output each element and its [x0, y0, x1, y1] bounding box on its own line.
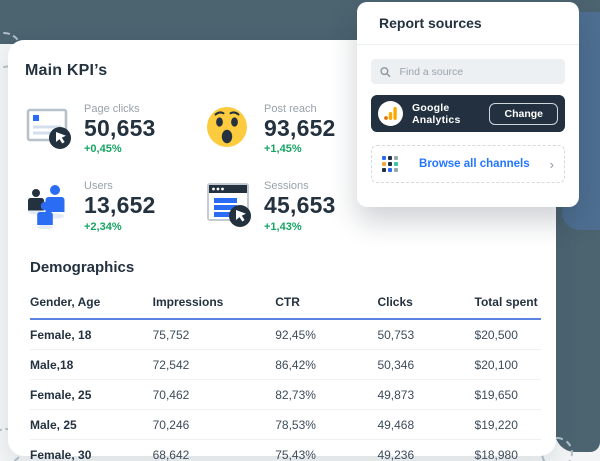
report-sources-header: Report sources [357, 2, 579, 45]
dashboard-screen: Main KPI’s Page clicks 50,653 +0,45% Pos… [0, 0, 600, 461]
kpi-delta: +1,43% [264, 220, 302, 233]
search-input[interactable] [397, 64, 556, 79]
report-sources-title: Report sources [379, 15, 482, 31]
table-cell: 78,53% [275, 409, 378, 440]
table-cell: $20,500 [474, 318, 541, 350]
kpi-label: Post reach [264, 103, 317, 115]
search-icon [380, 66, 391, 77]
table-row: Female, 30 68,642 75,43% 49,236 $18,980 [30, 439, 541, 461]
google-analytics-icon [378, 101, 403, 126]
table-cell: 72,542 [152, 349, 276, 380]
report-sources-panel: Report sources Google Analytics [357, 2, 579, 207]
google-analytics-source-row: Google Analytics Change [371, 95, 565, 132]
wow-emoji-icon [205, 102, 253, 152]
table-cell: $19,220 [474, 409, 541, 440]
table-cell: 68,642 [152, 447, 190, 461]
kpi-card-users: Users 13,652 +2,34% [25, 179, 205, 233]
table-cell: 92,45% [275, 318, 378, 350]
kpi-delta: +0,45% [84, 143, 122, 156]
column-header: Impressions [152, 288, 276, 320]
table-cell: $18,980 [474, 447, 518, 461]
kpi-card-page-clicks: Page clicks 50,653 +0,45% [25, 102, 205, 155]
table-cell: 49,236 [377, 447, 415, 461]
table-cell: 70,246 [152, 409, 276, 440]
table-header-row: Gender, Age Impressions CTR Clicks Total… [30, 288, 541, 320]
demographics-title: Demographics [30, 258, 135, 276]
users-icon [25, 179, 73, 230]
kpi-label: Page clicks [84, 103, 140, 115]
table-cell: 50,753 [377, 318, 475, 350]
table-row: Female, 18 75,752 92,45% 50,753 $20,500 [30, 318, 541, 350]
kpi-value: 93,652 [264, 115, 336, 141]
table-cell: Female, 30 [30, 447, 92, 461]
table-cell: 86,42% [275, 349, 378, 380]
browse-all-channels-label: Browse all channels [419, 158, 530, 170]
demographics-table: Gender, Age Impressions CTR Clicks Total… [30, 288, 541, 461]
table-cell: 49,468 [377, 409, 475, 440]
kpi-delta: +2,34% [84, 220, 122, 233]
table-cell: $19,650 [474, 379, 541, 410]
channels-grid-icon [382, 155, 399, 173]
demographics-table-body: Female, 18 75,752 92,45% 50,753 $20,500 Male,… [30, 318, 541, 461]
browse-all-channels-button[interactable]: Browse all channels › [371, 145, 565, 183]
kpi-delta: +1,45% [264, 143, 302, 156]
page-clicks-icon [25, 102, 73, 152]
kpi-value: 45,653 [264, 192, 336, 219]
column-header: Clicks [377, 288, 475, 320]
column-header: Total spent [474, 288, 541, 320]
table-cell: 75,752 [152, 318, 276, 350]
sessions-icon [205, 179, 253, 229]
table-row: Male, 25 70,246 78,53% 49,468 $19,220 [30, 409, 541, 440]
table-cell: $20,100 [474, 349, 541, 380]
source-search-box[interactable] [371, 59, 565, 84]
kpi-value: 13,652 [84, 192, 156, 219]
table-cell: 50,346 [377, 349, 475, 380]
table-row: Female, 25 70,462 82,73% 49,873 $19,650 [30, 379, 541, 410]
chevron-right-icon: › [549, 156, 554, 172]
table-cell: Female, 25 [30, 379, 153, 410]
kpi-value: 50,653 [84, 115, 156, 141]
table-cell: 70,462 [152, 379, 276, 410]
table-cell: Female, 18 [30, 318, 153, 350]
table-cell: Male,18 [30, 349, 153, 380]
table-cell: 75,43% [275, 447, 316, 461]
table-cell: Male, 25 [30, 409, 153, 440]
kpi-label: Users [84, 180, 113, 193]
table-cell: 49,873 [377, 379, 475, 410]
table-cell: 82,73% [275, 379, 378, 410]
column-header: CTR [275, 288, 378, 320]
table-row: Male,18 72,542 86,42% 50,346 $20,100 [30, 349, 541, 380]
kpi-label: Sessions [264, 180, 309, 193]
column-header: Gender, Age [30, 288, 153, 320]
change-source-button[interactable]: Change [489, 102, 558, 125]
source-name-label: Google Analytics [412, 101, 461, 126]
